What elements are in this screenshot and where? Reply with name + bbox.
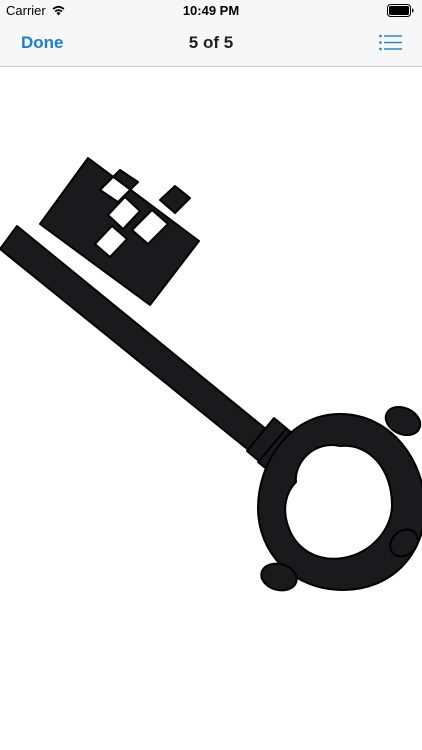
battery-icon — [387, 4, 414, 17]
navigation-bar: Done 5 of 5 — [0, 22, 422, 67]
list-icon[interactable] — [379, 34, 402, 51]
screen: Carrier 10:49 PM Done 5 of 5 — [0, 0, 422, 750]
clock: 10:49 PM — [182, 3, 240, 18]
skeleton-key-icon — [0, 157, 422, 592]
image-viewer[interactable] — [0, 67, 422, 750]
page-counter-title: 5 of 5 — [188, 33, 234, 52]
status-bar: Carrier 10:49 PM — [0, 0, 422, 22]
